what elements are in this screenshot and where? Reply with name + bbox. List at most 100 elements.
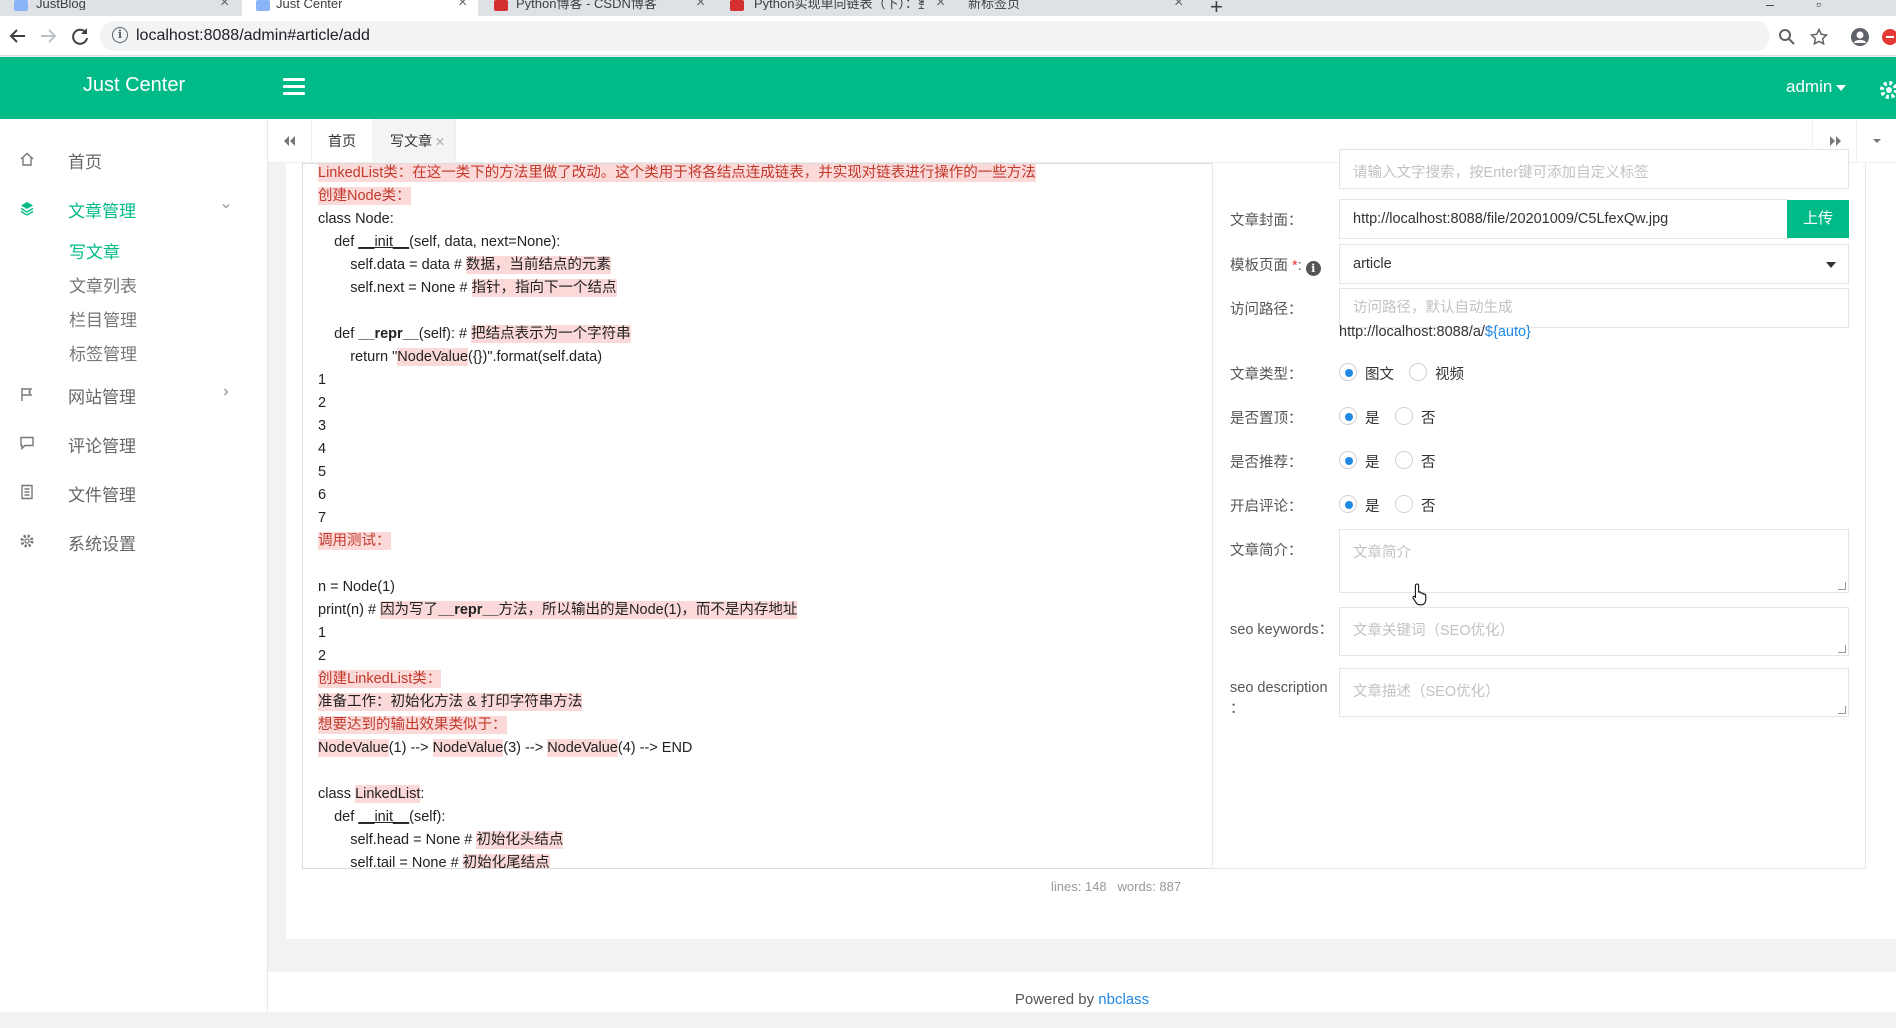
editor-line[interactable]: NodeValue(1) --> NodeValue(3) --> NodeVa… <box>318 737 1218 760</box>
editor-line[interactable]: n = Node(1) <box>318 576 1218 599</box>
sidebar-item-site[interactable]: 网站管理 <box>0 374 268 414</box>
editor-line[interactable]: self.tail = None # 初始化尾结点 <box>318 852 1218 868</box>
settings-gear-icon[interactable] <box>1878 79 1896 101</box>
sidebar-subitem-tags[interactable]: 标签管理 <box>69 340 137 365</box>
sidebar-item-settings[interactable]: 系统设置 <box>0 521 268 561</box>
browser-tab-active[interactable]: Just Center × <box>242 0 478 16</box>
resize-handle-icon[interactable] <box>1838 645 1846 653</box>
editor-line[interactable]: 2 <box>318 645 1218 668</box>
sidebar-subitem-article-list[interactable]: 文章列表 <box>69 272 137 297</box>
editor-line[interactable]: def __init__(self, data, next=None): <box>318 231 1218 254</box>
editor-line[interactable]: 4 <box>318 438 1218 461</box>
sidebar-subitem-write-article[interactable]: 写文章 <box>69 238 120 263</box>
editor-line[interactable]: 1 <box>318 622 1218 645</box>
sidebar-item-label: 首页 <box>68 153 102 172</box>
type-radio-video[interactable] <box>1409 363 1427 381</box>
editor-content[interactable]: LinkedList类：在这一类下的方法里做了改动。这个类用于将各结点连成链表，… <box>318 164 1218 868</box>
address-bar[interactable]: i localhost:8088/admin#article/add <box>100 21 1770 51</box>
app-logo[interactable]: Just Center <box>0 57 268 119</box>
double-chevron-left-icon <box>284 136 295 146</box>
path-preview: http://localhost:8088/a/${auto} <box>1339 324 1531 340</box>
browser-tab[interactable]: Python实现单向链表（下）：整 × <box>718 0 954 16</box>
extension-icon[interactable] <box>1880 27 1896 47</box>
recommend-yes-radio[interactable] <box>1339 451 1357 469</box>
sidebar-item-files[interactable]: 文件管理 <box>0 472 268 512</box>
site-info-icon[interactable]: i <box>112 27 128 43</box>
editor-line[interactable]: 6 <box>318 484 1218 507</box>
editor-line[interactable]: 调用测试： <box>318 530 1218 553</box>
minimize-icon[interactable]: – <box>1766 0 1774 12</box>
bookmark-star-icon[interactable] <box>1810 28 1828 46</box>
sidebar-item-articles[interactable]: 文章管理 <box>0 188 268 228</box>
seo-description-textarea[interactable]: 文章描述（SEO优化） <box>1339 668 1849 717</box>
editor-line[interactable]: class Node: <box>318 208 1218 231</box>
seo-keywords-label: seo keywords： <box>1230 622 1334 638</box>
sidebar-subitem-categories[interactable]: 栏目管理 <box>69 306 137 331</box>
info-icon[interactable]: i <box>1305 261 1321 276</box>
editor-line[interactable]: 准备工作：初始化方法 & 打印字符串方法 <box>318 691 1218 714</box>
editor-line[interactable]: self.data = data # 数据，当前结点的元素 <box>318 254 1218 277</box>
url-text[interactable]: localhost:8088/admin#article/add <box>136 27 370 45</box>
resize-handle-icon[interactable] <box>1838 582 1846 590</box>
comments-no-radio[interactable] <box>1395 495 1413 513</box>
editor-line[interactable]: return "NodeValue({})".format(self.data) <box>318 346 1218 369</box>
browser-tab[interactable]: Python博客 - CSDN博客 × <box>480 0 716 16</box>
zoom-icon[interactable] <box>1778 28 1796 46</box>
cover-url-input[interactable]: http://localhost:8088/file/20201009/C5Lf… <box>1339 199 1789 239</box>
sidebar-item-label: 网站管理 <box>68 388 136 407</box>
user-menu[interactable]: admin <box>1786 77 1847 97</box>
tab-home[interactable]: 首页 <box>312 119 373 163</box>
markdown-editor[interactable]: LinkedList类：在这一类下的方法里做了改动。这个类用于将各结点连成链表，… <box>302 163 1247 869</box>
editor-line[interactable]: def __init__(self): <box>318 806 1218 829</box>
editor-line[interactable]: 创建LinkedList类： <box>318 668 1218 691</box>
browser-tab[interactable]: 新标签页 × <box>956 0 1192 16</box>
tabs-menu-button[interactable] <box>1856 119 1896 163</box>
back-button[interactable] <box>6 24 30 48</box>
editor-line[interactable] <box>318 553 1218 576</box>
editor-line[interactable]: 想要达到的输出效果类似于： <box>318 714 1218 737</box>
seo-keywords-textarea[interactable]: 文章关键词（SEO优化） <box>1339 607 1849 656</box>
tabs-scroll-left-button[interactable] <box>268 119 312 163</box>
editor-line[interactable]: LinkedList类：在这一类下的方法里做了改动。这个类用于将各结点连成链表，… <box>318 164 1218 185</box>
restore-icon[interactable]: ▫ <box>1816 0 1821 12</box>
type-radio-graphic[interactable] <box>1339 363 1357 381</box>
editor-line[interactable]: 7 <box>318 507 1218 530</box>
tags-input[interactable]: 请输入文字搜索，按Enter键可添加自定义标签 <box>1339 149 1849 189</box>
close-tab-icon[interactable]: ✕ <box>435 135 445 149</box>
menu-toggle-icon[interactable] <box>283 78 305 96</box>
editor-line[interactable]: 2 <box>318 392 1218 415</box>
recommend-no-radio[interactable] <box>1395 451 1413 469</box>
close-tab-icon[interactable]: × <box>458 0 467 11</box>
path-input[interactable]: 访问路径，默认自动生成 <box>1339 288 1849 328</box>
close-tab-icon[interactable]: × <box>220 0 229 11</box>
editor-line[interactable]: print(n) # 因为写了__repr__方法，所以输出的是Node(1)，… <box>318 599 1218 622</box>
pin-top-no-radio[interactable] <box>1395 407 1413 425</box>
editor-line[interactable]: 创建Node类： <box>318 185 1218 208</box>
footer-link[interactable]: nbclass <box>1098 991 1149 1008</box>
browser-tab[interactable]: JustBlog × <box>0 0 240 16</box>
comments-yes-radio[interactable] <box>1339 495 1357 513</box>
editor-line[interactable]: class LinkedList: <box>318 783 1218 806</box>
forward-button[interactable] <box>36 24 60 48</box>
editor-line[interactable]: 5 <box>318 461 1218 484</box>
close-tab-icon[interactable]: × <box>1174 0 1183 11</box>
editor-line[interactable]: 3 <box>318 415 1218 438</box>
editor-line[interactable]: self.next = None # 指针，指向下一个结点 <box>318 277 1218 300</box>
pin-top-yes-radio[interactable] <box>1339 407 1357 425</box>
resize-handle-icon[interactable] <box>1838 706 1846 714</box>
sidebar-item-home[interactable]: 首页 <box>0 139 268 179</box>
template-select[interactable]: article <box>1339 244 1849 284</box>
tab-write-article[interactable]: 写文章 ✕ <box>372 119 457 163</box>
new-tab-button[interactable]: + <box>1210 0 1223 16</box>
upload-button[interactable]: 上传 <box>1787 200 1849 238</box>
editor-line[interactable] <box>318 760 1218 783</box>
editor-line[interactable]: self.head = None # 初始化头结点 <box>318 829 1218 852</box>
editor-line[interactable]: 1 <box>318 369 1218 392</box>
editor-line[interactable] <box>318 300 1218 323</box>
sidebar-item-comments[interactable]: 评论管理 <box>0 423 268 463</box>
close-tab-icon[interactable]: × <box>696 0 705 11</box>
profile-avatar-icon[interactable] <box>1850 27 1870 47</box>
close-tab-icon[interactable]: × <box>936 0 945 11</box>
reload-button[interactable] <box>68 24 92 48</box>
editor-line[interactable]: def __repr__(self): # 把结点表示为一个字符串 <box>318 323 1218 346</box>
